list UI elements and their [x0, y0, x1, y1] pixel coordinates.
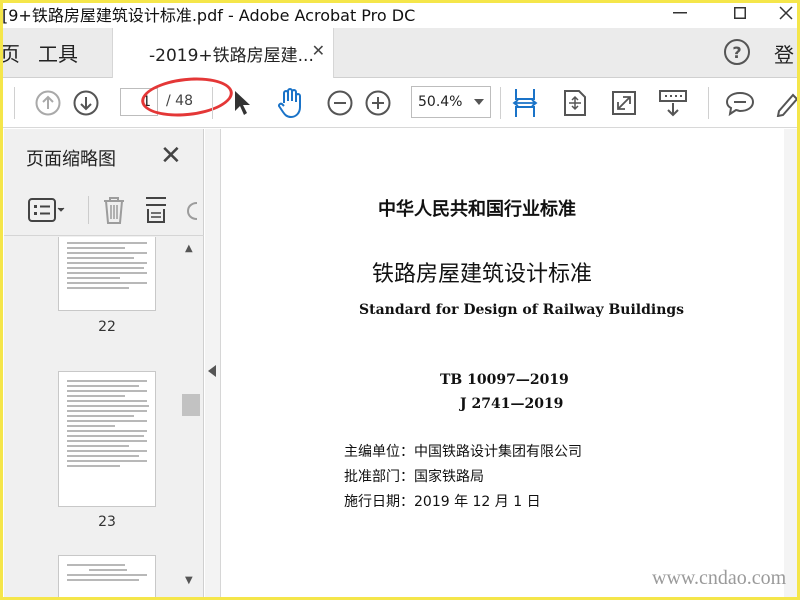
- doc-approval-dept: 批准部门：国家铁路局: [344, 469, 484, 485]
- fit-page-button[interactable]: [560, 86, 590, 120]
- thumbnail-panel: 页面缩略图 ✕ 22 23 ▲ ▼: [4, 129, 204, 600]
- thumbnail-page-number: 22: [98, 319, 116, 335]
- fit-width-button[interactable]: [510, 86, 540, 120]
- minimize-button[interactable]: [660, 2, 700, 24]
- close-panel-icon[interactable]: ✕: [160, 141, 182, 171]
- scroll-down-icon[interactable]: ▼: [185, 575, 193, 586]
- next-page-button[interactable]: [72, 89, 100, 117]
- doc-code-tb: TB 10097—2019: [440, 372, 569, 388]
- toolbar-divider: [14, 87, 15, 119]
- fit-page-icon: [564, 90, 586, 116]
- document-scrollbar[interactable]: [784, 129, 800, 600]
- zoom-out-icon: [327, 90, 353, 116]
- thumbnail-scrollbar[interactable]: ▲ ▼: [180, 237, 202, 600]
- watermark: www.cndao.com: [652, 567, 787, 589]
- doc-effective-date: 施行日期：2019 年 12 月 1 日: [344, 494, 541, 510]
- trash-icon: [104, 197, 124, 224]
- options-list-icon: [28, 198, 65, 222]
- login-button[interactable]: 登: [774, 39, 794, 68]
- doc-code-j: J 2741—2019: [460, 396, 564, 412]
- doc-editor-unit: 主编单位：中国铁路设计集团有限公司: [344, 444, 582, 460]
- rotate-page-button[interactable]: [182, 198, 202, 224]
- expand-icon: [612, 91, 636, 115]
- collapse-arrow-icon: [208, 365, 216, 377]
- draw-button[interactable]: [774, 88, 800, 118]
- zoom-in-icon: [365, 90, 391, 116]
- tab-document[interactable]: -2019+铁路房屋建... ✕: [112, 28, 334, 78]
- maximize-icon: [734, 7, 746, 19]
- toolbar-divider: [708, 87, 709, 119]
- previous-page-button[interactable]: [34, 89, 62, 117]
- doc-heading-title: 铁路房屋建筑设计标准: [372, 262, 593, 287]
- zoom-value: 50.4%: [418, 94, 463, 110]
- page-thumbnail-24[interactable]: [58, 555, 156, 600]
- help-icon[interactable]: ?: [724, 39, 750, 65]
- close-tab-icon[interactable]: ✕: [312, 41, 325, 60]
- comment-button[interactable]: [724, 88, 756, 118]
- chevron-down-icon: [474, 99, 484, 105]
- comment-icon: [725, 91, 755, 117]
- panel-title: 页面缩略图: [26, 149, 116, 170]
- close-window-button[interactable]: [766, 2, 800, 24]
- maximize-button[interactable]: [720, 2, 760, 24]
- toolbar-divider: [212, 87, 213, 119]
- zoom-in-button[interactable]: [364, 89, 392, 117]
- doc-english-title: Standard for Design of Railway Buildings: [359, 302, 685, 318]
- scroll-mode-button[interactable]: [656, 86, 690, 120]
- page-thumbnail-22[interactable]: [58, 237, 156, 311]
- fit-width-icon: [512, 89, 538, 117]
- thumbnail-options-button[interactable]: [26, 196, 68, 224]
- panel-toolbar: [4, 184, 204, 236]
- pen-icon: [776, 93, 799, 117]
- title-bar: [9+铁路房屋建筑设计标准.pdf - Adobe Acrobat Pro DC: [0, 0, 800, 28]
- document-tab-label: -2019+铁路房屋建...: [149, 46, 314, 66]
- window-title: [9+铁路房屋建筑设计标准.pdf - Adobe Acrobat Pro DC: [2, 6, 416, 25]
- panel-collapse-strip[interactable]: [205, 129, 221, 600]
- close-icon: [779, 6, 793, 20]
- arrow-up-icon: [35, 90, 61, 116]
- rotate-icon: [186, 202, 198, 220]
- scroll-mode-icon: [659, 90, 687, 117]
- arrow-down-icon: [73, 90, 99, 116]
- extract-page-icon: [146, 197, 166, 223]
- cursor-icon: [235, 91, 250, 115]
- tab-home[interactable]: 页: [0, 38, 20, 67]
- full-screen-button[interactable]: [610, 88, 638, 118]
- extract-page-button[interactable]: [142, 194, 170, 226]
- zoom-out-button[interactable]: [326, 89, 354, 117]
- thumbnail-list: 22 23: [4, 237, 180, 600]
- zoom-select[interactable]: 50.4%: [411, 86, 491, 118]
- toolbar-divider: [500, 87, 501, 119]
- delete-page-button[interactable]: [100, 194, 128, 226]
- panel-divider: [88, 196, 89, 224]
- select-tool-button[interactable]: [228, 88, 256, 118]
- minimize-icon: [673, 12, 687, 14]
- scrollbar-thumb[interactable]: [182, 394, 200, 416]
- scroll-up-icon[interactable]: ▲: [185, 243, 193, 254]
- page-thumbnail-23[interactable]: [58, 371, 156, 507]
- tab-bar: 页 工具 -2019+铁路房屋建... ✕ ? 登: [0, 28, 800, 78]
- hand-tool-button[interactable]: [274, 86, 306, 120]
- document-view[interactable]: 中华人民共和国行业标准 铁路房屋建筑设计标准 Standard for Desi…: [222, 129, 800, 600]
- doc-heading-standard-type: 中华人民共和国行业标准: [378, 199, 576, 220]
- hand-icon: [278, 88, 301, 118]
- thumbnail-page-number: 23: [98, 514, 116, 530]
- tab-tools[interactable]: 工具: [38, 38, 78, 67]
